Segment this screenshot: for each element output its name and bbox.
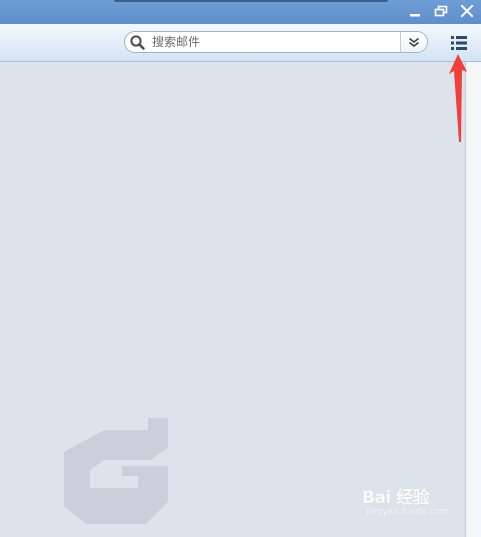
- right-panel-strip: [466, 62, 481, 537]
- restore-button[interactable]: [432, 3, 450, 20]
- watermark-brand: Bai 经验: [362, 488, 430, 508]
- search-options-button[interactable]: [400, 32, 427, 52]
- search-icon[interactable]: [129, 34, 146, 51]
- annotation-arrow: [449, 54, 467, 142]
- baidu-watermark: Bai 经验 jingyan.baidu.com: [362, 483, 462, 525]
- title-bar: [0, 0, 481, 24]
- menu-button[interactable]: [448, 34, 470, 52]
- restore-icon: [434, 5, 448, 17]
- list-menu-icon: [451, 36, 467, 50]
- search-input[interactable]: [152, 33, 402, 51]
- watermark-url: jingyan.baidu.com: [366, 507, 450, 517]
- double-chevron-down-icon: [409, 37, 419, 48]
- minimize-icon: [410, 14, 420, 17]
- minimize-button[interactable]: [406, 3, 424, 20]
- search-box: [124, 31, 428, 53]
- toolbar: [0, 24, 481, 62]
- title-bar-notch: [114, 0, 388, 2]
- close-button[interactable]: [458, 3, 476, 20]
- client-logo-icon: [64, 418, 168, 524]
- close-icon: [460, 4, 474, 18]
